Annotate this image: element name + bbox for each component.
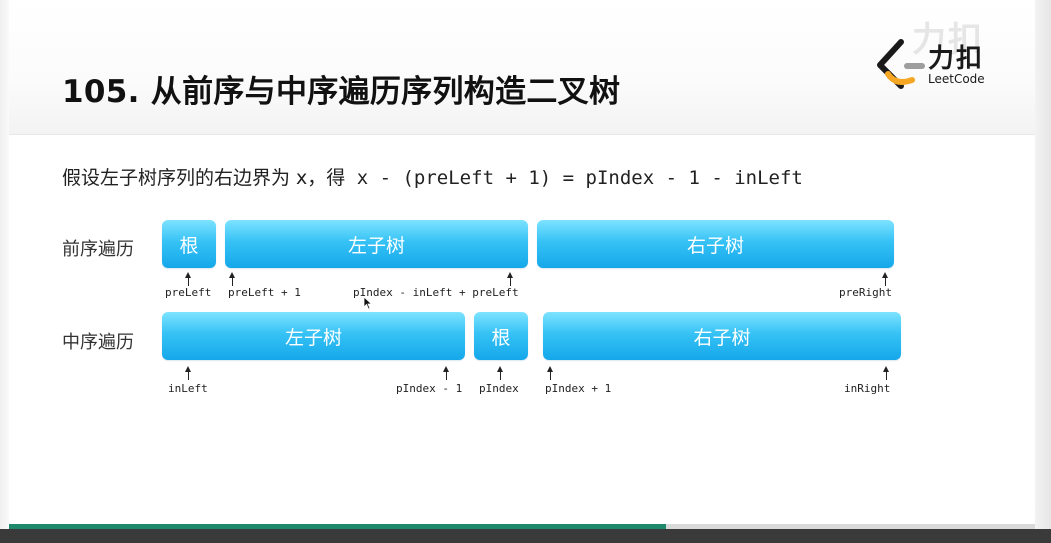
logo-chinese-text: 力扣 — [928, 44, 985, 74]
pointer-inright: inRight — [844, 382, 891, 395]
pointer-pindex: pIndex — [479, 382, 519, 395]
formula-prefix: 假设左子树序列的右边界为 x，得 — [62, 167, 346, 189]
inorder-root-segment: 根 — [474, 312, 528, 360]
segment-label: 根 — [491, 326, 511, 349]
formula-expression: x - (preLeft + 1) = pIndex - 1 - inLeft — [345, 167, 803, 189]
player-bottom-bar — [0, 529, 1051, 543]
pointer-preorder-left-end: pIndex - inLeft + preLeft — [353, 286, 519, 299]
leetcode-logo-icon — [877, 39, 925, 89]
pointer-pindex-minus-1: pIndex - 1 — [396, 382, 463, 395]
slide: 105. 从前序与中序遍历序列构造二叉树 力扣 力扣 LeetCode 假设左子… — [0, 0, 1051, 543]
segment-label: 左子树 — [284, 326, 342, 349]
formula-line: 假设左子树序列的右边界为 x，得 x - (preLeft + 1) = pIn… — [62, 163, 803, 190]
mouse-cursor-icon — [363, 296, 373, 310]
pointer-pindex-plus-1: pIndex + 1 — [545, 382, 612, 395]
slide-right-edge — [1035, 0, 1051, 543]
pointer-preleft: preLeft — [165, 286, 212, 299]
inorder-right-subtree-segment: 右子树 — [543, 312, 901, 360]
preorder-label: 前序遍历 — [62, 239, 134, 260]
preorder-left-subtree-segment: 左子树 — [225, 220, 528, 268]
logo-english-text: LeetCode — [928, 72, 985, 86]
pointer-preleft-plus-1: preLeft + 1 — [228, 286, 301, 299]
segment-label: 右子树 — [693, 326, 751, 349]
segment-label: 根 — [179, 234, 199, 257]
segment-label: 右子树 — [686, 234, 744, 257]
preorder-right-subtree-segment: 右子树 — [537, 220, 894, 268]
slide-left-edge — [0, 0, 9, 543]
inorder-label: 中序遍历 — [62, 332, 134, 353]
pointer-preright: preRight — [839, 286, 892, 299]
pointer-inleft: inLeft — [168, 382, 208, 395]
title-divider — [9, 134, 1035, 135]
segment-label: 左子树 — [347, 234, 405, 257]
leetcode-logo: 力扣 LeetCode — [874, 36, 994, 92]
preorder-root-segment: 根 — [162, 220, 216, 268]
inorder-left-subtree-segment: 左子树 — [162, 312, 465, 360]
page-title: 105. 从前序与中序遍历序列构造二叉树 — [62, 74, 621, 110]
